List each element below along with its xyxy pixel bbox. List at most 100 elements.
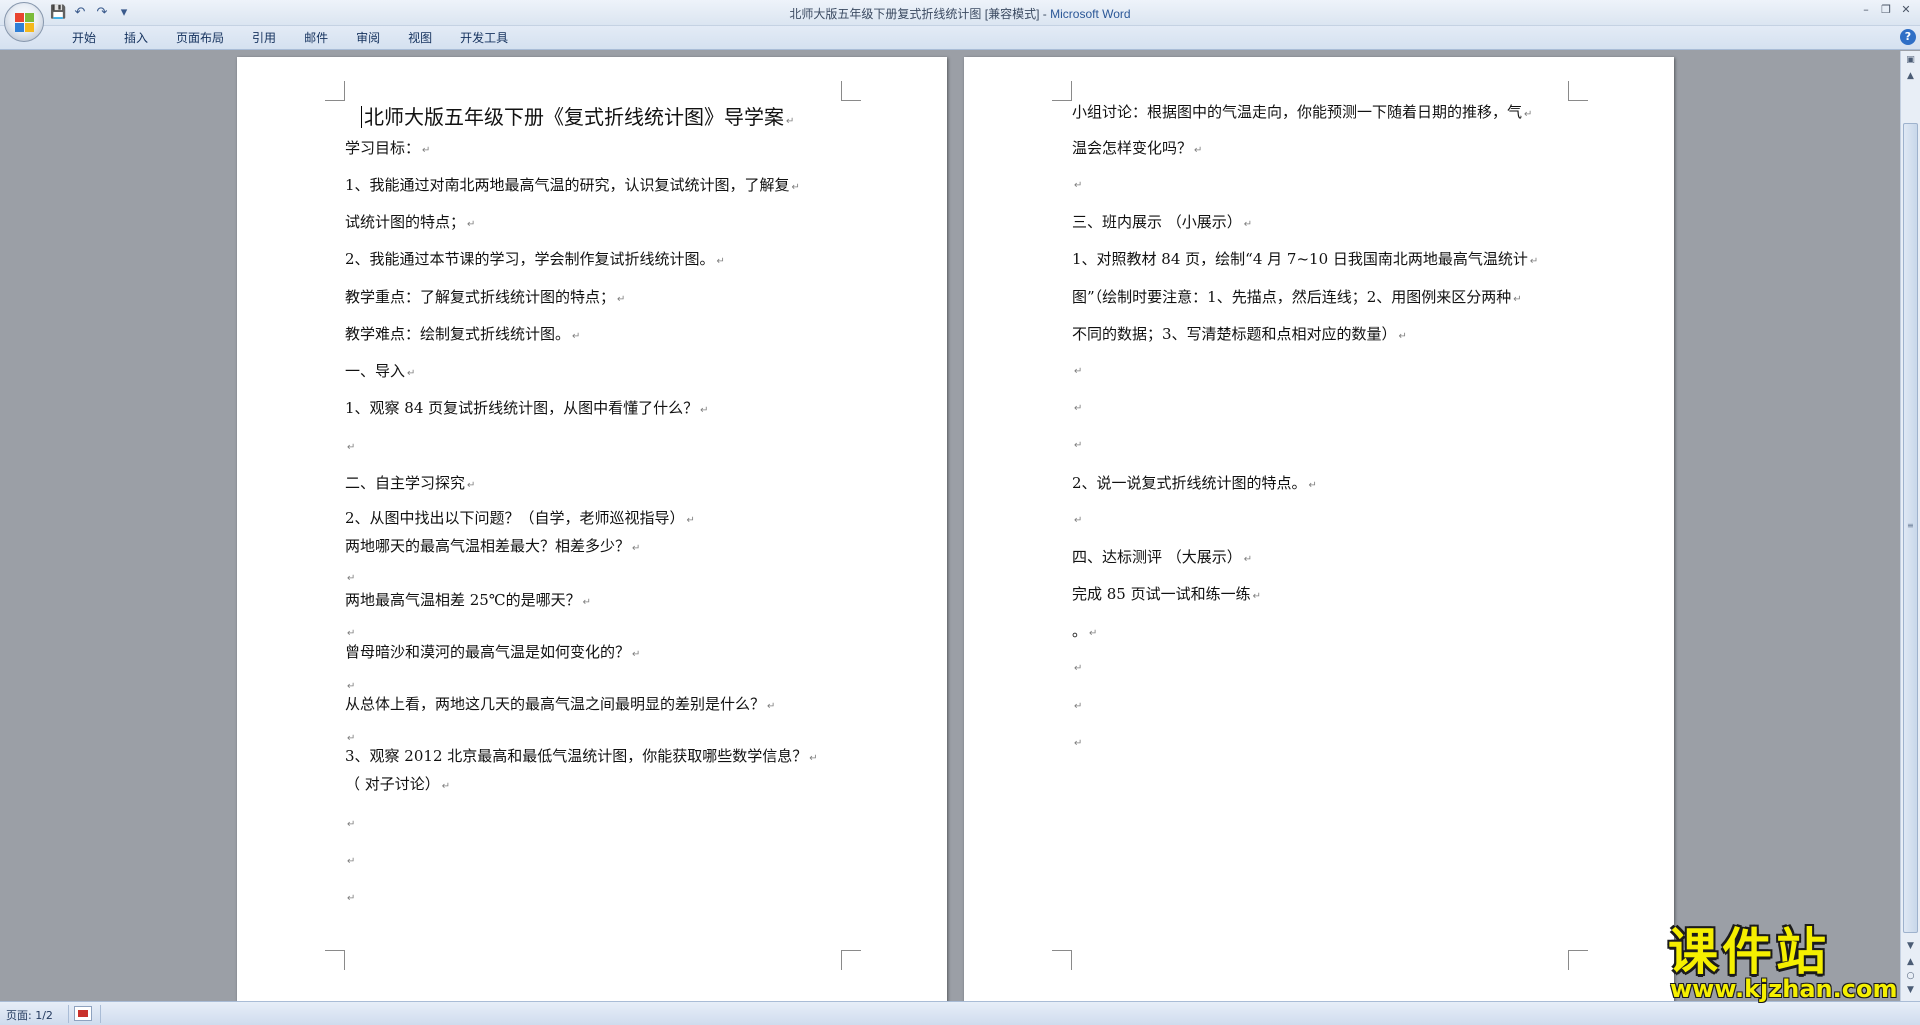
page-number-indicator[interactable]: 页面: 1/2 [6, 1007, 53, 1023]
paragraph[interactable]: ↵ [1072, 397, 1082, 415]
paragraph[interactable]: 2、从图中找出以下问题？（自学，老师巡视指导） ↵ [345, 507, 695, 528]
paragraph-mark-icon: ↵ [1074, 701, 1083, 712]
paragraph[interactable]: 试统计图的特点； ↵ [345, 211, 475, 232]
paragraph[interactable]: 一、导入 ↵ [345, 360, 415, 381]
paragraph-text: 一、导入 [345, 362, 406, 380]
paragraph[interactable]: 温会怎样变化吗？ ↵ [1072, 137, 1202, 158]
paragraph[interactable]: ↵ [345, 622, 355, 640]
paragraph[interactable]: ↵ [1072, 509, 1082, 527]
paragraph-mark-icon: ↵ [347, 628, 356, 639]
previous-page-icon[interactable]: ▲ [1903, 955, 1918, 969]
crop-mark [841, 81, 861, 101]
ruler-toggle-icon[interactable]: ▣ [1903, 53, 1918, 67]
minimize-icon[interactable]: – [1856, 2, 1876, 18]
paragraph[interactable]: 三、班内展示 （小展示） ↵ [1072, 211, 1252, 232]
paragraph[interactable]: 1、对照教材 84 页，绘制“4 月 7~10 日我国南北两地最高气温统计 ↵ [1072, 248, 1538, 269]
paragraph[interactable]: 图”（绘制时要注意：1、先描点，然后连线；2、用图例来区分两种 ↵ [1072, 286, 1522, 307]
paragraph[interactable]: 教学重点：了解复式折线统计图的特点； ↵ [345, 286, 625, 307]
paragraph-text: 两地最高气温相差 25℃的是哪天？ [345, 591, 581, 609]
paragraph[interactable]: 曾母暗沙和漠河的最高气温是如何变化的？ ↵ [345, 641, 640, 662]
paragraph[interactable]: 1、观察 84 页复试折线统计图，从图中看懂了什么？ ↵ [345, 397, 709, 418]
tab-home[interactable]: 开始 [58, 30, 110, 46]
paragraph-text: 完成 85 页试一试和练一练 [1072, 585, 1251, 603]
paragraph-text: 1、观察 84 页复试折线统计图，从图中看懂了什么？ [345, 399, 699, 417]
paragraph[interactable]: ↵ [345, 567, 355, 585]
crop-mark [1568, 950, 1588, 970]
tab-insert[interactable]: 插入 [110, 30, 162, 46]
paragraph-text: 学习目标： [345, 139, 421, 157]
tab-page-layout[interactable]: 页面布局 [162, 30, 238, 46]
paragraph-mark-icon: ↵ [422, 145, 431, 156]
tab-view[interactable]: 视图 [394, 30, 446, 46]
paragraph[interactable]: 二、自主学习探究 ↵ [345, 472, 475, 493]
paragraph[interactable]: ↵ [345, 675, 355, 693]
document-workspace: 北师大版五年级下册《复式折线统计图》导学案 ↵ 学习目标： ↵ 1、我能通过对南北两地最… [0, 51, 1900, 1001]
paragraph[interactable]: ↵ [345, 727, 355, 745]
page-2[interactable]: 小组讨论：根据图中的气温走向，你能预测一下随着日期的推移，气 ↵ 温会怎样变化吗？ ↵… [964, 57, 1674, 1001]
paragraph-mark-icon: ↵ [1252, 591, 1262, 602]
paragraph[interactable]: ↵ [345, 436, 355, 454]
page-1[interactable]: 北师大版五年级下册《复式折线统计图》导学案 ↵ 学习目标： ↵ 1、我能通过对南北两地最… [237, 57, 947, 1001]
paragraph[interactable]: 1、我能通过对南北两地最高气温的研究，认识复试统计图，了解复 ↵ [345, 174, 800, 195]
paragraph-text: 不同的数据；3、写清楚标题和点相对应的数量） [1072, 325, 1397, 343]
paragraph-mark-icon: ↵ [1243, 554, 1253, 565]
paragraph-mark-icon: ↵ [1074, 738, 1083, 749]
scroll-down-icon[interactable]: ▼ [1903, 939, 1918, 953]
paragraph[interactable]: ↵ [1072, 434, 1082, 452]
help-icon[interactable]: ? [1900, 29, 1916, 45]
paragraph[interactable]: 两地哪天的最高气温相差最大？相差多少？ ↵ [345, 535, 640, 556]
paragraph[interactable]: 。 ↵ [1072, 620, 1097, 641]
tab-developer[interactable]: 开发工具 [446, 30, 522, 46]
paragraph-mark-icon: ↵ [347, 893, 356, 904]
paragraph[interactable]: 小组讨论：根据图中的气温走向，你能预测一下随着日期的推移，气 ↵ [1072, 101, 1532, 122]
paragraph-text: 教学难点：绘制复式折线统计图。 [345, 325, 571, 343]
paragraph[interactable]: ↵ [1072, 174, 1082, 192]
paragraph[interactable]: 教学难点：绘制复式折线统计图。 ↵ [345, 323, 580, 344]
grip-icon: ≡ [1907, 521, 1914, 530]
office-button[interactable] [4, 2, 44, 42]
paragraph[interactable]: ↵ [1072, 732, 1082, 750]
macro-recording-icon[interactable] [74, 1006, 92, 1021]
paragraph[interactable]: 学习目标： ↵ [345, 137, 430, 158]
paragraph[interactable]: ↵ [1072, 657, 1082, 675]
paragraph[interactable]: ↵ [345, 887, 355, 905]
paragraph-mark-icon: ↵ [700, 405, 709, 416]
paragraph[interactable]: （ 对子讨论） ↵ [345, 773, 450, 794]
crop-mark [325, 950, 345, 970]
paragraph[interactable]: ↵ [345, 850, 355, 868]
paragraph-mark-icon: ↵ [1194, 145, 1203, 156]
tab-mailings[interactable]: 邮件 [290, 30, 342, 46]
paragraph[interactable]: 2、说一说复式折线统计图的特点。 ↵ [1072, 472, 1317, 493]
tab-references[interactable]: 引用 [238, 30, 290, 46]
paragraph-mark-icon: ↵ [1398, 331, 1407, 342]
paragraph[interactable]: 完成 85 页试一试和练一练 ↵ [1072, 583, 1261, 604]
maximize-icon[interactable]: ❐ [1876, 2, 1896, 18]
paragraph[interactable]: 从总体上看，两地这几天的最高气温之间最明显的差别是什么？ ↵ [345, 693, 775, 714]
paragraph-text: 两地哪天的最高气温相差最大？相差多少？ [345, 537, 631, 555]
tab-review[interactable]: 审阅 [342, 30, 394, 46]
paragraph[interactable]: ↵ [1072, 360, 1082, 378]
select-browse-object-icon[interactable]: ○ [1903, 969, 1918, 983]
paragraph[interactable]: 3、观察 2012 北京最高和最低气温统计图，你能获取哪些数学信息？ ↵ [345, 745, 818, 766]
paragraph[interactable]: ↵ [1072, 695, 1082, 713]
paragraph-text: 2、从图中找出以下问题？（自学，老师巡视指导） [345, 509, 685, 527]
text-cursor [361, 106, 362, 128]
paragraph[interactable]: 不同的数据；3、写清楚标题和点相对应的数量） ↵ [1072, 323, 1407, 344]
scroll-thumb[interactable]: ≡ [1903, 123, 1918, 933]
paragraph[interactable]: 两地最高气温相差 25℃的是哪天？ ↵ [345, 589, 591, 610]
paragraph[interactable]: 四、达标测评 （大展示） ↵ [1072, 546, 1252, 567]
vertical-scrollbar[interactable]: ▣ ▲ ≡ ▼ ▲ ○ ▼ [1900, 51, 1920, 1001]
paragraph-mark-icon: ↵ [347, 856, 356, 867]
next-page-icon[interactable]: ▼ [1903, 983, 1918, 997]
office-logo-icon [15, 13, 35, 33]
scroll-up-icon[interactable]: ▲ [1903, 69, 1918, 83]
ribbon-tabs-bar: 开始 插入 页面布局 引用 邮件 审阅 视图 开发工具 ? [0, 26, 1920, 50]
paragraph-text: 三、班内展示 （小展示） [1072, 213, 1242, 231]
close-icon[interactable]: ✕ [1896, 2, 1916, 18]
paragraph-mark-icon: ↵ [1074, 180, 1083, 191]
paragraph-text: 1、我能通过对南北两地最高气温的研究，认识复试统计图，了解复 [345, 176, 790, 194]
document-heading[interactable]: 北师大版五年级下册《复式折线统计图》导学案 ↵ [361, 101, 794, 130]
paragraph[interactable]: 2、我能通过本节课的学习，学会制作复试折线统计图。 ↵ [345, 248, 725, 269]
paragraph[interactable]: ↵ [345, 813, 355, 831]
paragraph-text: 试统计图的特点； [345, 213, 466, 231]
